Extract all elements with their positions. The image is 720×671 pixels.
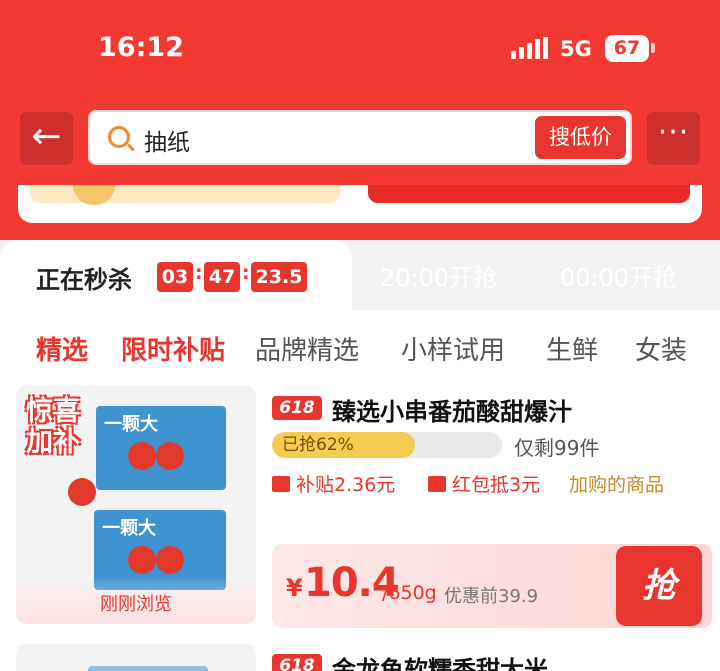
category-tab-fresh[interactable]: 生鲜 bbox=[546, 330, 598, 367]
badge-618: 618 bbox=[272, 396, 322, 420]
tomato-image bbox=[156, 442, 184, 470]
search-query: 抽纸 bbox=[144, 130, 190, 156]
red-packet-tag: 红包抵3元 bbox=[428, 470, 540, 497]
next-product-title: 金龙鱼软糯香甜大米 bbox=[332, 656, 548, 671]
surprise-subsidy-tag: 惊喜加补 bbox=[26, 396, 80, 458]
box-label: 一颗大 bbox=[102, 518, 156, 539]
tab-active-seckill[interactable]: 正在秒杀 03 : 47 : 23.5 bbox=[0, 240, 352, 312]
arrow-left-icon: ← bbox=[31, 116, 62, 157]
tab-active-label: 正在秒杀 bbox=[36, 266, 132, 294]
category-tab-women[interactable]: 女装 bbox=[635, 330, 687, 367]
back-button[interactable]: ← bbox=[20, 112, 73, 165]
next-product-row[interactable]: 618 金龙鱼软糯香甜大米 bbox=[0, 640, 720, 671]
banner-right-card bbox=[368, 185, 690, 203]
recently-viewed-label: 刚刚浏览 bbox=[16, 576, 256, 624]
next-product-image bbox=[16, 644, 256, 671]
price-original: 优惠前39.9 bbox=[444, 586, 539, 607]
tab-slot-0000[interactable]: 00:00开抢 bbox=[560, 258, 677, 293]
tomato-image bbox=[68, 478, 96, 506]
category-tab-limited-subsidy[interactable]: 限时补贴 bbox=[121, 330, 225, 367]
tab-slot-2000[interactable]: 20:00开抢 bbox=[380, 258, 497, 293]
battery-cap bbox=[651, 43, 655, 53]
grab-button[interactable]: 抢 bbox=[616, 546, 702, 626]
countdown-sep: : bbox=[242, 262, 250, 284]
category-tabs: 精选 限时补贴 品牌精选 小样试用 生鲜 女装 bbox=[0, 330, 720, 370]
status-time: 16:12 bbox=[98, 32, 184, 63]
countdown-sep: : bbox=[195, 262, 203, 284]
countdown-hours: 03 bbox=[157, 262, 193, 292]
search-icon bbox=[108, 126, 130, 148]
price-unit: /650g bbox=[382, 582, 437, 604]
category-tab-brand[interactable]: 品牌精选 bbox=[255, 330, 359, 367]
sold-progress-label: 已抢62% bbox=[282, 435, 354, 455]
price-bar[interactable]: ¥ 10.4 /650g 优惠前39.9 抢 bbox=[272, 544, 712, 628]
red-packet-text: 红包抵3元 bbox=[452, 474, 541, 496]
price-currency: ¥ bbox=[286, 574, 303, 602]
sold-progress-bar: 已抢62% bbox=[272, 432, 502, 458]
category-tab-featured[interactable]: 精选 bbox=[36, 330, 88, 367]
box-label: 一颗大 bbox=[104, 414, 158, 435]
badge-618: 618 bbox=[272, 654, 322, 671]
more-button[interactable]: ··· bbox=[647, 112, 700, 165]
category-tab-samples[interactable]: 小样试用 bbox=[401, 330, 505, 367]
search-low-price-button[interactable]: 搜低价 bbox=[535, 116, 626, 159]
next-product-box bbox=[88, 666, 208, 671]
tomato-image bbox=[128, 442, 156, 470]
countdown-seconds: 23.5 bbox=[251, 262, 307, 292]
battery-icon: 67 bbox=[605, 35, 649, 62]
add-on-label: 加购的商品 bbox=[569, 474, 665, 496]
subsidy-tag: 补贴2.36元 bbox=[272, 470, 395, 497]
subsidy-arrow-icon bbox=[272, 476, 290, 492]
product-title: 臻选小串番茄酸甜爆汁 bbox=[332, 398, 572, 426]
network-label: 5G bbox=[560, 37, 592, 61]
countdown-minutes: 47 bbox=[204, 262, 240, 292]
promo-banner[interactable] bbox=[18, 185, 702, 223]
subsidy-text: 补贴2.36元 bbox=[296, 474, 396, 496]
search-input[interactable]: 抽纸 搜低价 bbox=[88, 110, 632, 165]
content-area: 精选 限时补贴 品牌精选 小样试用 生鲜 女装 一颗大 一颗大 惊喜加补 刚刚浏… bbox=[0, 310, 720, 671]
signal-icon bbox=[511, 37, 549, 59]
tomato-image bbox=[128, 546, 156, 574]
tomato-image bbox=[156, 546, 184, 574]
remaining-stock: 仅剩99件 bbox=[514, 436, 600, 460]
more-dots-icon: ··· bbox=[657, 115, 690, 150]
seckill-timebar: 正在秒杀 03 : 47 : 23.5 20:00开抢 00:00开抢 bbox=[0, 240, 720, 312]
product-image[interactable]: 一颗大 一颗大 惊喜加补 刚刚浏览 bbox=[16, 386, 256, 624]
product-title-row[interactable]: 618 臻选小串番茄酸甜爆汁 bbox=[272, 394, 712, 426]
red-packet-icon bbox=[428, 476, 446, 492]
